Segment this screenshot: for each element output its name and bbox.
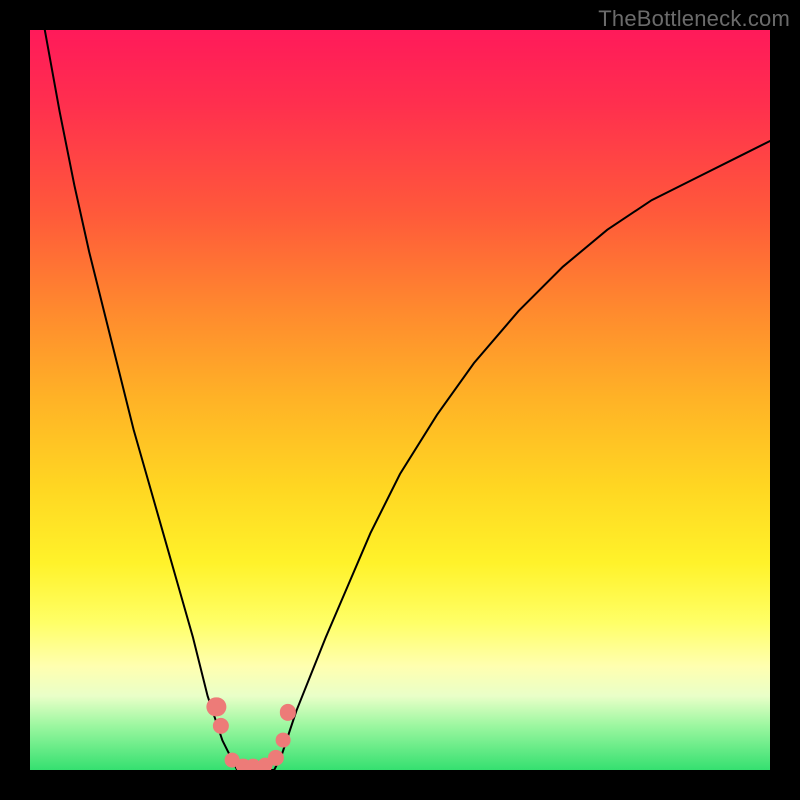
outer-frame: TheBottleneck.com <box>0 0 800 800</box>
plot-area <box>30 30 770 770</box>
watermark-text: TheBottleneck.com <box>598 6 790 32</box>
data-marker <box>276 733 291 748</box>
bottleneck-curve <box>30 30 770 770</box>
